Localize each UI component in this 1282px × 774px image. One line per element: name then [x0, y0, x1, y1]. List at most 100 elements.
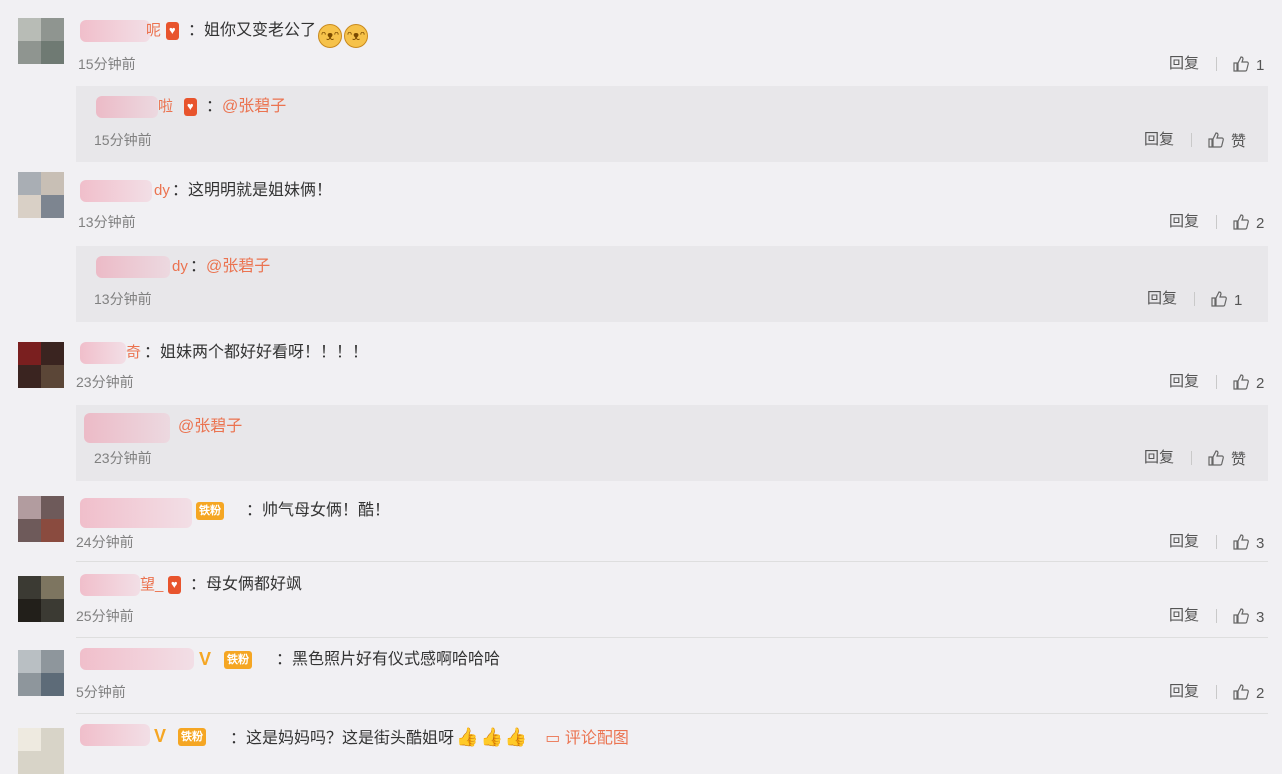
thumbs-up-icon [1233, 684, 1249, 700]
comment-text: @张碧子 [178, 417, 242, 437]
cat-emoji-icon: ᵔᴥᵔ [318, 24, 343, 48]
mention-link[interactable]: @张碧子 [222, 98, 286, 115]
comment-time: 15分钟前 [94, 132, 152, 148]
like-button[interactable]: 2 [1232, 373, 1264, 393]
like-button[interactable]: 3 [1232, 607, 1264, 627]
divider [1191, 133, 1192, 147]
like-button[interactable]: 1 [1210, 290, 1242, 310]
comment-time: 25分钟前 [76, 608, 134, 624]
thumbs-up-icon [1233, 534, 1249, 550]
divider [1216, 215, 1217, 229]
avatar[interactable] [18, 496, 64, 542]
divider [76, 561, 1268, 562]
comment-time: 15分钟前 [78, 56, 136, 72]
mention-link[interactable]: @张碧子 [206, 258, 270, 275]
divider [1216, 57, 1217, 71]
comment-text: ：母女俩都好飒 [190, 576, 303, 593]
username-tail: 奇 [126, 344, 142, 361]
thumbs-up-icon [1208, 132, 1224, 148]
divider [1194, 292, 1195, 306]
username[interactable] [80, 498, 192, 528]
username-tail: 啦 [158, 98, 174, 115]
username[interactable] [96, 256, 170, 278]
thumbs-up-emoji-icon: 👍 [480, 727, 503, 747]
comment-text: ：姐你又变老公了 ᵔᴥᵔ ᵔᴥᵔ [188, 21, 369, 48]
comment-text: ：黑色照片好有仪式感啊哈哈哈 [276, 651, 501, 668]
reply-button[interactable]: 回复 [1169, 607, 1199, 625]
avatar[interactable] [18, 728, 64, 774]
comment-text: ：@张碧子 [190, 258, 271, 275]
reply-button[interactable]: 回复 [1144, 131, 1174, 149]
thumbs-up-icon [1233, 214, 1249, 230]
divider [76, 713, 1268, 714]
username[interactable] [80, 574, 140, 596]
comment-text: ：姐妹两个都好好看呀！！！！ [144, 344, 369, 361]
username[interactable] [80, 342, 126, 364]
avatar[interactable] [18, 576, 64, 622]
username-tail: dy [172, 258, 188, 275]
avatar[interactable] [18, 18, 64, 64]
username[interactable] [80, 648, 194, 670]
comment-time: 23分钟前 [76, 374, 134, 390]
comment-image-link[interactable]: ▭ 评论配图 [545, 730, 629, 747]
verified-v-icon: V [199, 649, 212, 669]
thumbs-up-emoji-icon: 👍 [456, 727, 479, 747]
username[interactable] [96, 96, 158, 118]
thumbs-up-icon [1233, 56, 1249, 72]
like-button[interactable]: 2 [1232, 213, 1264, 233]
thumbs-up-icon [1233, 608, 1249, 624]
reply-button[interactable]: 回复 [1169, 213, 1199, 231]
comment-time: 23分钟前 [94, 450, 152, 466]
username[interactable] [80, 180, 152, 202]
avatar[interactable] [18, 172, 64, 218]
divider [1216, 375, 1217, 389]
divider [1191, 451, 1192, 465]
username-tail: 望_ [140, 576, 164, 593]
comment-text: ：@张碧子 [206, 98, 287, 115]
username[interactable] [80, 20, 150, 42]
thumbs-up-emoji-icon: 👍 [504, 727, 528, 747]
reply-button[interactable]: 回复 [1169, 373, 1199, 391]
divider [1216, 535, 1217, 549]
fan-badge-icon: 铁粉 [224, 651, 252, 669]
like-button[interactable]: 赞 [1207, 449, 1246, 469]
fan-badge-icon: 铁粉 [196, 502, 224, 520]
reply-box [76, 405, 1268, 481]
reply-button[interactable]: 回复 [1169, 55, 1199, 73]
comment-text: ：这是妈妈吗？这是街头酷姐呀 👍 👍 👍 ▭ 评论配图 [230, 727, 629, 747]
thumbs-up-icon [1211, 291, 1227, 307]
avatar[interactable] [18, 342, 64, 388]
reply-button[interactable]: 回复 [1169, 533, 1199, 551]
username-tail: 呢 [146, 22, 162, 39]
username[interactable] [84, 413, 170, 443]
reply-button[interactable]: 回复 [1147, 290, 1177, 308]
fan-badge-icon: ♥ [184, 98, 197, 116]
reply-button[interactable]: 回复 [1169, 683, 1199, 701]
divider [1216, 609, 1217, 623]
comment-time: 5分钟前 [76, 684, 126, 700]
like-button[interactable]: 赞 [1207, 131, 1246, 151]
verified-v-icon: V [154, 726, 167, 746]
comment-time: 13分钟前 [78, 214, 136, 230]
fan-badge-icon: ♥ [166, 22, 179, 40]
like-button[interactable]: 3 [1232, 533, 1264, 553]
divider [1216, 685, 1217, 699]
image-icon: ▭ [545, 730, 565, 747]
fan-badge-icon: 铁粉 [178, 728, 206, 746]
username-tail: dy [154, 182, 170, 199]
comment-text: ：帅气母女俩！酷！ [246, 502, 391, 519]
like-button[interactable]: 1 [1232, 55, 1264, 75]
mention-link[interactable]: @张碧子 [178, 418, 242, 435]
comment-time: 13分钟前 [94, 291, 152, 307]
thumbs-up-icon [1233, 374, 1249, 390]
reply-button[interactable]: 回复 [1144, 449, 1174, 467]
like-button[interactable]: 2 [1232, 683, 1264, 703]
cat-emoji-icon: ᵔᴥᵔ [344, 24, 369, 48]
comment-text: ：这明明就是姐妹俩！ [172, 182, 333, 199]
username[interactable] [80, 724, 150, 746]
divider [76, 637, 1268, 638]
avatar[interactable] [18, 650, 64, 696]
fan-badge-icon: ♥ [168, 576, 181, 594]
thumbs-up-icon [1208, 450, 1224, 466]
comment-time: 24分钟前 [76, 534, 134, 550]
